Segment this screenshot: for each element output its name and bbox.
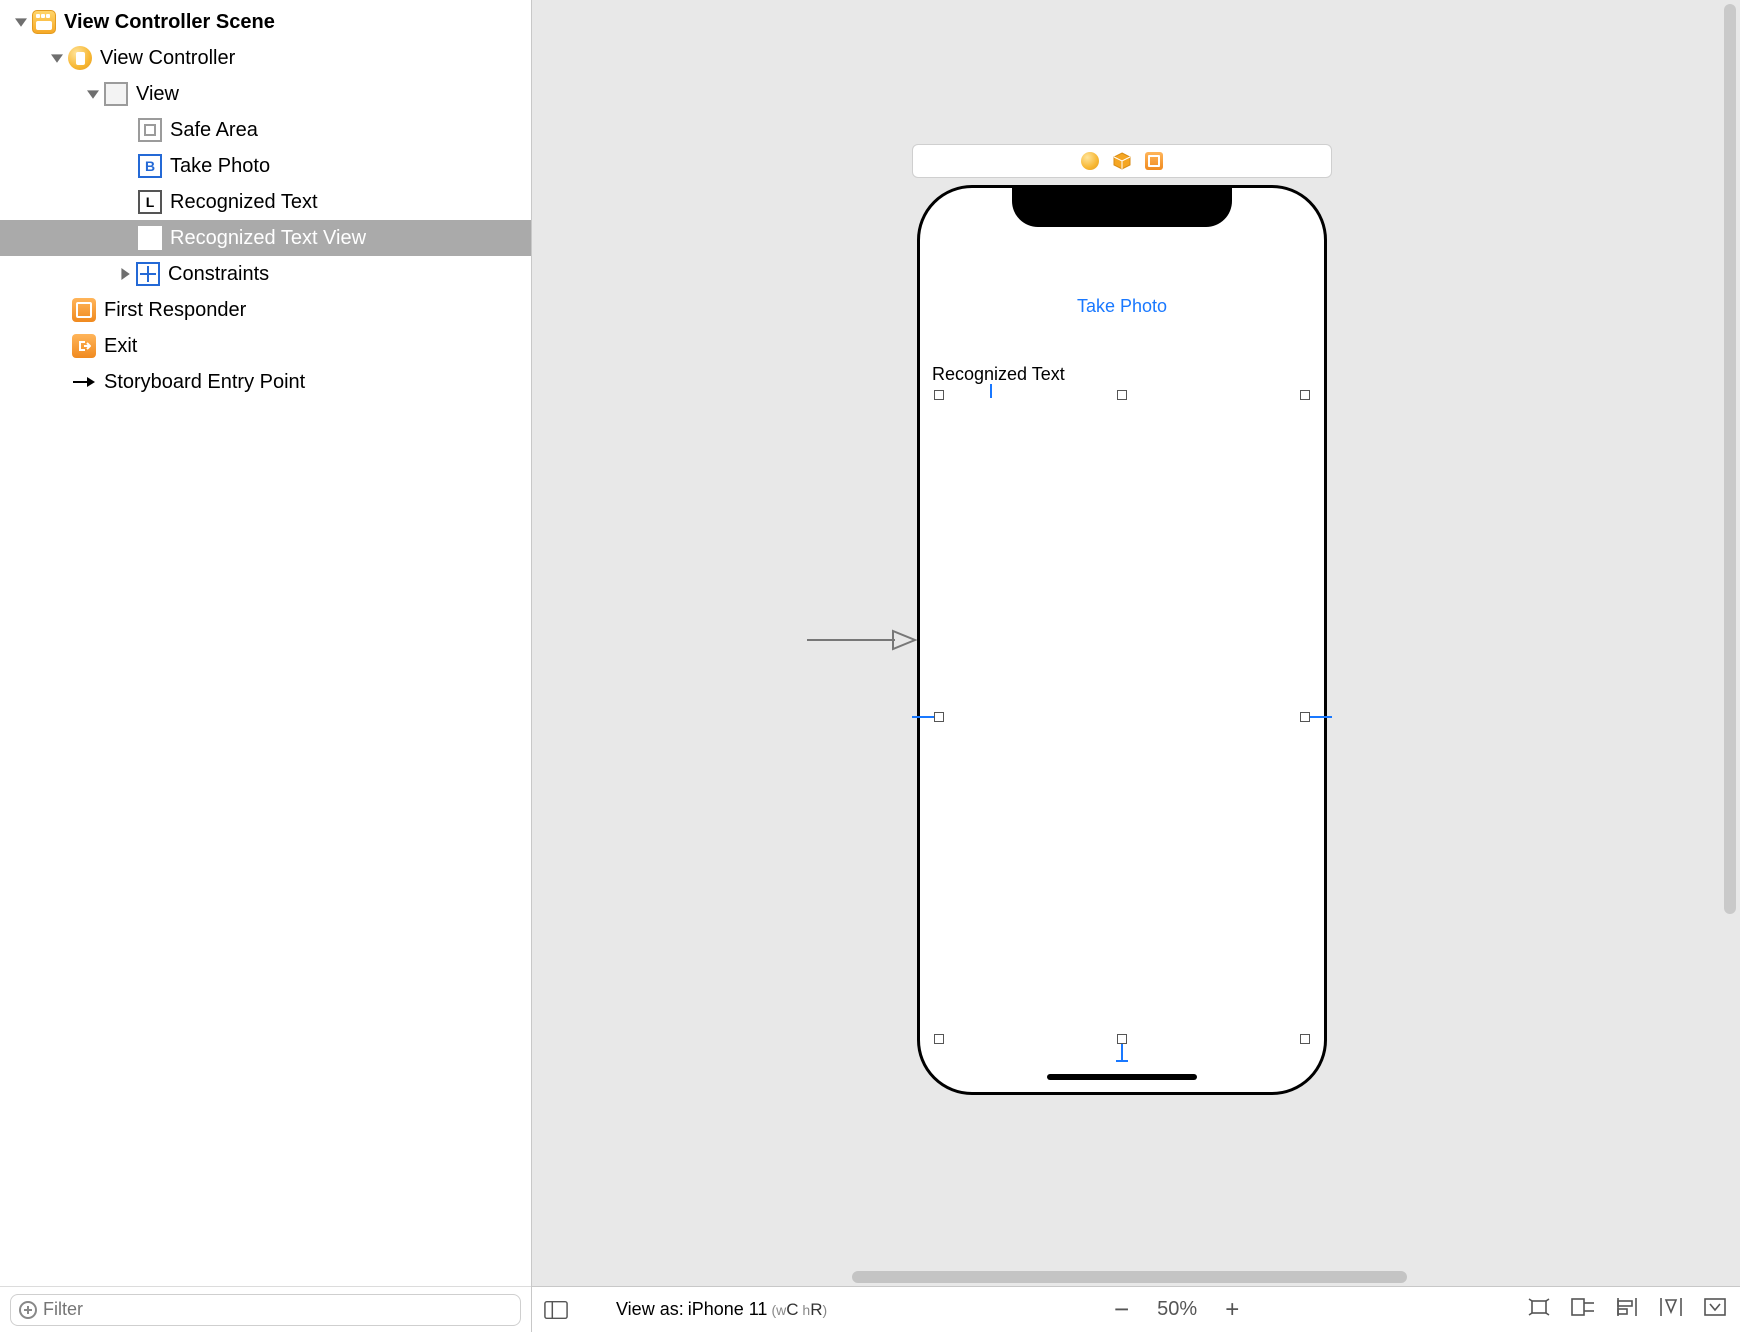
textview-icon [138,226,162,250]
view-controller-icon[interactable] [1081,152,1099,170]
outline-filter-bar [0,1286,531,1332]
toggle-outline-icon[interactable] [544,1298,568,1322]
outline-constraints-label: Constraints [168,263,269,286]
view-controller-icon [68,46,92,70]
outline-exit-label: Exit [104,335,137,358]
outline-first-responder-label: First Responder [104,299,246,322]
selection-handle[interactable] [1300,390,1310,400]
embed-in-icon[interactable] [1570,1296,1596,1323]
constraint-guide [990,384,992,398]
view-as-prefix: View as: [616,1299,684,1320]
zoom-in-button[interactable]: + [1225,1296,1239,1324]
outline-take-photo-button[interactable]: B Take Photo [0,148,531,184]
canvas-take-photo-button[interactable]: Take Photo [920,296,1324,317]
scroll-thumb[interactable] [852,1271,1407,1283]
scene-icon [32,10,56,34]
button-icon: B [138,154,162,178]
canvas-viewport[interactable]: Take Photo Recognized Text [532,0,1740,1286]
constraint-guide [1310,716,1332,718]
device-canvas[interactable]: Take Photo Recognized Text [917,185,1327,1095]
horizontal-scrollbar[interactable] [532,1268,1740,1286]
arrow-right-icon [72,370,96,394]
disclosure-triangle-icon[interactable] [48,52,66,64]
outline-rec-text-view-label: Recognized Text View [170,227,366,250]
label-icon: L [138,190,162,214]
zoom-controls: − 50% + [1102,1294,1251,1325]
outline-recognized-text-label[interactable]: L Recognized Text [0,184,531,220]
canvas-area: Take Photo Recognized Text [532,0,1740,1332]
zoom-out-button[interactable]: − [1114,1294,1129,1325]
resolve-issues-icon[interactable] [1702,1296,1728,1323]
outline-vc-label: View Controller [100,47,235,70]
outline-exit[interactable]: Exit [0,328,531,364]
view-as-control[interactable]: View as: iPhone 11 (wC hR) [616,1299,827,1320]
canvas-bottom-bar: View as: iPhone 11 (wC hR) − 50% + [532,1286,1740,1332]
constraints-icon [136,262,160,286]
outline-view[interactable]: View [0,76,531,112]
scene-dock[interactable] [912,144,1332,178]
disclosure-triangle-icon[interactable] [116,268,134,280]
outline-scene-label: View Controller Scene [64,11,275,34]
outline-safe-area[interactable]: Safe Area [0,112,531,148]
disclosure-triangle-icon[interactable] [12,16,30,28]
outline-view-controller[interactable]: View Controller [0,40,531,76]
disclosure-triangle-icon[interactable] [84,88,102,100]
outline-scene[interactable]: View Controller Scene [0,4,531,40]
view-icon [104,82,128,106]
first-responder-icon [72,298,96,322]
outline-view-label: View [136,83,179,106]
storyboard-entry-arrow[interactable] [807,625,917,658]
scroll-thumb[interactable] [1724,4,1736,914]
zoom-level[interactable]: 50% [1157,1298,1197,1321]
canvas-recognized-text-label[interactable]: Recognized Text [932,364,1065,385]
outline-filter-field[interactable] [10,1294,521,1326]
constraint-guide [912,716,934,718]
home-indicator [1047,1074,1197,1080]
first-responder-icon[interactable] [1113,152,1131,170]
selection-handle[interactable] [1117,1034,1127,1044]
safe-area-icon [138,118,162,142]
selection-handle[interactable] [934,712,944,722]
outline-filter-input[interactable] [43,1299,512,1320]
selection-handle[interactable] [934,1034,944,1044]
vertical-scrollbar[interactable] [1722,0,1738,1286]
outline-rec-text-label: Recognized Text [170,191,318,214]
selection-handle[interactable] [934,390,944,400]
outline-take-photo-label: Take Photo [170,155,270,178]
update-frames-icon[interactable] [1526,1296,1552,1323]
outline-entry-label: Storyboard Entry Point [104,371,305,394]
constraint-guide [1116,1060,1128,1062]
device-notch [1012,185,1232,227]
document-outline: View Controller Scene View Controller Vi… [0,0,532,1332]
device-name: iPhone 11 [688,1299,768,1320]
outline-recognized-text-view[interactable]: Recognized Text View [0,220,531,256]
add-constraints-icon[interactable] [1658,1296,1684,1323]
selection-handle[interactable] [1300,1034,1310,1044]
exit-icon [72,334,96,358]
outline-constraints[interactable]: Constraints [0,256,531,292]
outline-first-responder[interactable]: First Responder [0,292,531,328]
outline-entry-point[interactable]: Storyboard Entry Point [0,364,531,400]
selection-handle[interactable] [1117,390,1127,400]
selection-handle[interactable] [1300,712,1310,722]
size-class: (wC hR) [771,1300,827,1320]
align-icon[interactable] [1614,1296,1640,1323]
outline-safe-label: Safe Area [170,119,258,142]
filter-icon [19,1301,37,1319]
outline-tree[interactable]: View Controller Scene View Controller Vi… [0,0,531,1286]
exit-icon[interactable] [1145,152,1163,170]
